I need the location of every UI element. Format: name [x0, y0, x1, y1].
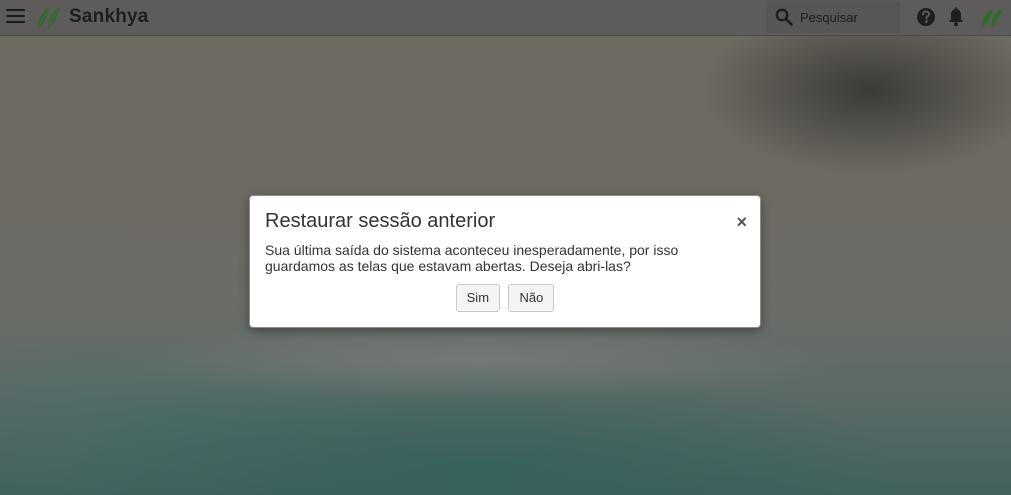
sankhya-logo-icon	[38, 7, 60, 29]
question-circle-icon[interactable]	[916, 7, 936, 27]
dialog-message: Sua última saída do sistema aconteceu in…	[265, 242, 735, 274]
no-button[interactable]: Não	[508, 284, 555, 312]
dialog-message-line-2: guardamos as telas que estavam abertas. …	[265, 258, 631, 274]
dialog-title: Restaurar sessão anterior	[265, 210, 496, 232]
dialog-actions: Sim Não	[250, 284, 760, 312]
bell-icon[interactable]	[947, 7, 965, 27]
brand-name: Sankhya	[69, 6, 149, 27]
dialog-message-line-1: Sua última saída do sistema aconteceu in…	[265, 242, 679, 258]
close-icon[interactable]: ×	[736, 213, 747, 231]
search-icon[interactable]	[775, 8, 793, 26]
hamburger-menu-icon[interactable]	[6, 9, 25, 25]
sankhya-leaf-icon[interactable]	[981, 7, 1005, 29]
search-input[interactable]	[800, 7, 892, 27]
top-navigation-bar: Sankhya	[0, 0, 1011, 36]
search-box[interactable]	[766, 1, 900, 33]
yes-button[interactable]: Sim	[455, 284, 501, 312]
restore-session-dialog: Restaurar sessão anterior × Sua última s…	[249, 195, 761, 328]
